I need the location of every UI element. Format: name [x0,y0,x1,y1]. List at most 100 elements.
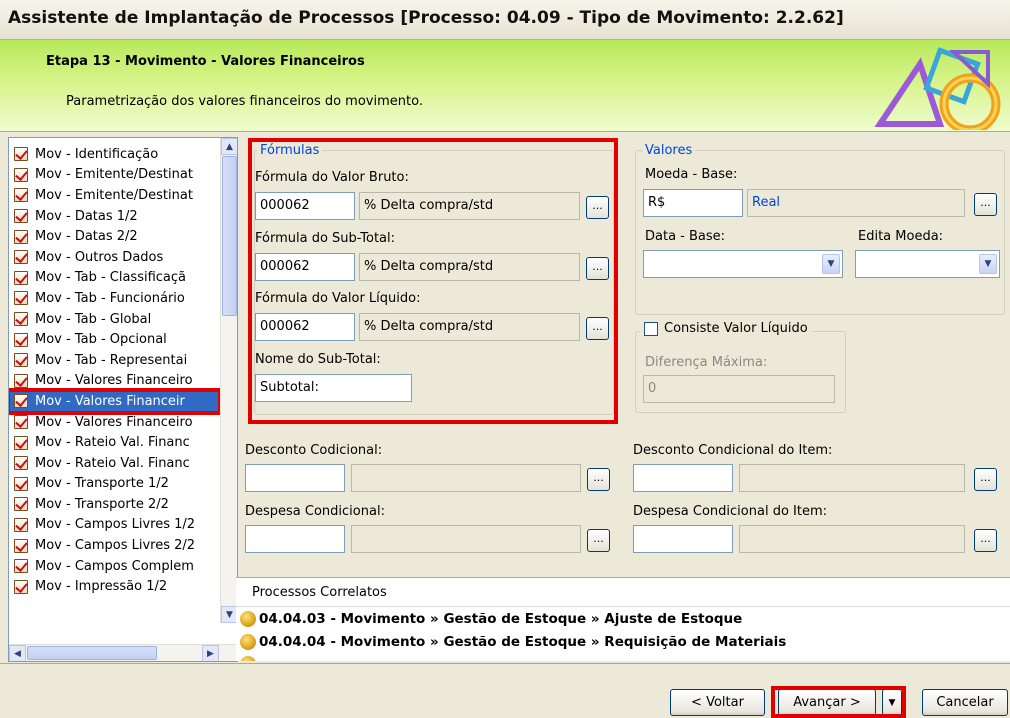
despesa-item-label: Despesa Condicional do Item: [633,504,828,519]
hscroll-thumb[interactable] [27,646,157,660]
desconto-item-label: Desconto Condicional do Item: [633,443,833,458]
chevron-down-icon[interactable]: ▼ [822,254,840,274]
step-list-item[interactable]: Mov - Datas 2/2 [9,226,219,247]
step-list-item[interactable]: Mov - Transporte 2/2 [9,494,219,515]
step-list-item-label: Mov - Impressão 1/2 [35,579,168,595]
diferenca-input[interactable]: 0 [643,375,835,403]
checked-icon [14,167,28,182]
desconto-item-code-input[interactable] [633,464,733,492]
process-icon [240,611,256,627]
checked-icon [14,270,28,285]
correlated-link[interactable]: 04.04.04 - Movimento » Gestão de Estoque… [240,632,786,652]
step-description: Parametrização dos valores financeiros d… [66,94,423,109]
despesa-description [351,525,581,553]
checked-icon [14,291,28,306]
step-list-item-label: Mov - Rateio Val. Financ [35,435,190,451]
step-list-item[interactable]: Mov - Tab - Opcional [9,329,219,350]
steps-list[interactable]: Mov - Identificação Mov - Emitente/Destin… [8,137,238,662]
desconto-condicional-label: Desconto Codicional: [245,443,383,458]
step-list-item-label: Mov - Transporte 1/2 [35,476,169,492]
correlated-link-label: 04.04.03 - Movimento » Gestão de Estoque… [259,611,743,627]
consiste-legend: Consiste Valor Líquido [640,321,812,336]
step-list-item-label: Mov - Rateio Val. Financ [35,455,190,471]
despesa-item-code-input[interactable] [633,525,733,553]
checked-icon [14,579,28,594]
desconto-code-input[interactable] [245,464,345,492]
cancel-button[interactable]: Cancelar [922,689,1008,716]
data-base-label: Data - Base: [645,229,726,244]
step-list-item[interactable]: Mov - Emitente/Destinat [9,165,219,186]
formulas-highlight [248,138,618,424]
despesa-code-input[interactable] [245,525,345,553]
despesa-item-description [739,525,965,553]
step-list-item[interactable]: Mov - Campos Complem [9,556,219,577]
valores-legend: Valores [642,143,696,158]
step-list-item[interactable]: Mov - Valores Financeiro [9,371,219,392]
data-base-select[interactable]: ▼ [643,250,843,278]
scrollbar-thumb[interactable] [222,156,237,316]
despesa-item-lookup-button[interactable]: ... [974,529,997,552]
step-list-item[interactable]: Mov - Campos Livres 2/2 [9,535,219,556]
step-list-item[interactable]: Mov - Identificação [9,144,219,165]
step-list-item-label: Mov - Emitente/Destinat [35,167,193,183]
moeda-code-input[interactable]: R$ [643,189,743,217]
moeda-description: Real [747,189,965,217]
step-list-item[interactable]: Mov - Rateio Val. Financ [9,432,219,453]
scroll-left-icon[interactable]: ◀ [9,645,26,661]
consiste-checkbox[interactable] [644,321,658,336]
step-list-item[interactable]: Mov - Outros Dados [9,247,219,268]
step-list-item-label: Mov - Campos Livres 2/2 [35,538,196,554]
next-highlight [771,686,906,718]
step-list-item-label: Mov - Campos Complem [35,558,194,574]
checked-icon [14,373,28,388]
step-list-item-label: Mov - Tab - Global [35,311,152,327]
scroll-up-icon[interactable]: ▲ [221,138,237,155]
step-list-item-label: Mov - Tab - Opcional [35,332,167,348]
scroll-right-icon[interactable]: ▶ [202,645,219,661]
checked-icon [14,332,28,347]
step-list-item-label: Mov - Datas 2/2 [35,229,138,245]
back-button[interactable]: < Voltar [670,689,765,716]
step-list-item[interactable]: Mov - Emitente/Destinat [9,185,219,206]
correlated-link-partial[interactable] [240,656,760,661]
edita-moeda-label: Edita Moeda: [858,229,944,244]
step-list-item[interactable]: Mov - Rateio Val. Financ [9,453,219,474]
checked-icon [14,229,28,244]
footer-divider [0,663,1010,664]
step-list-item[interactable]: Mov - Impressão 1/2 [9,576,219,597]
step-list-item-label: Mov - Valores Financeir [35,393,185,409]
step-list-item-label: Mov - Valores Financeiro [35,373,193,389]
desconto-item-lookup-button[interactable]: ... [974,468,997,491]
correlated-link[interactable]: 04.04.03 - Movimento » Gestão de Estoque… [240,609,742,629]
step-list-item[interactable]: Mov - Tab - Global [9,309,219,330]
checked-icon [14,250,28,265]
edita-moeda-select[interactable]: ▼ [855,250,1000,278]
step-list-item[interactable]: Mov - Campos Livres 1/2 [9,515,219,536]
step-list-item[interactable]: Mov - Valores Financeiro [9,412,219,433]
desconto-lookup-button[interactable]: ... [587,468,610,491]
step-list-item-label: Mov - Identificação [35,146,159,162]
consiste-label: Consiste Valor Líquido [664,321,808,336]
step-list-item[interactable]: Mov - Transporte 1/2 [9,474,219,495]
step-list-item-label: Mov - Tab - Representai [35,352,188,368]
desconto-item-description [739,464,965,492]
despesa-lookup-button[interactable]: ... [587,529,610,552]
step-list-item[interactable]: Mov - Tab - Funcionário [9,288,219,309]
horizontal-scrollbar[interactable]: ◀ ▶ [9,644,237,661]
step-list-item[interactable]: Mov - Valores Financeir [9,388,222,415]
checked-icon [14,476,28,491]
step-list-item-label: Mov - Datas 1/2 [35,208,138,224]
diferenca-label: Diferença Máxima: [645,355,768,370]
step-list-item[interactable]: Mov - Datas 1/2 [9,206,219,227]
checked-icon [14,147,28,162]
step-list-item[interactable]: Mov - Tab - Representai [9,350,219,371]
step-list-item-label: Mov - Tab - Classificaçã [35,270,187,286]
checked-icon [14,188,28,203]
checked-icon [14,353,28,368]
moeda-lookup-button[interactable]: ... [974,193,997,216]
correlated-processes-panel: Processos Correlatos 04.04.03 - Moviment… [236,577,1010,661]
checked-icon [14,312,28,327]
vertical-scrollbar[interactable]: ▲ ▼ [220,138,237,623]
chevron-down-icon[interactable]: ▼ [979,254,997,274]
step-list-item[interactable]: Mov - Tab - Classificaçã [9,268,219,289]
